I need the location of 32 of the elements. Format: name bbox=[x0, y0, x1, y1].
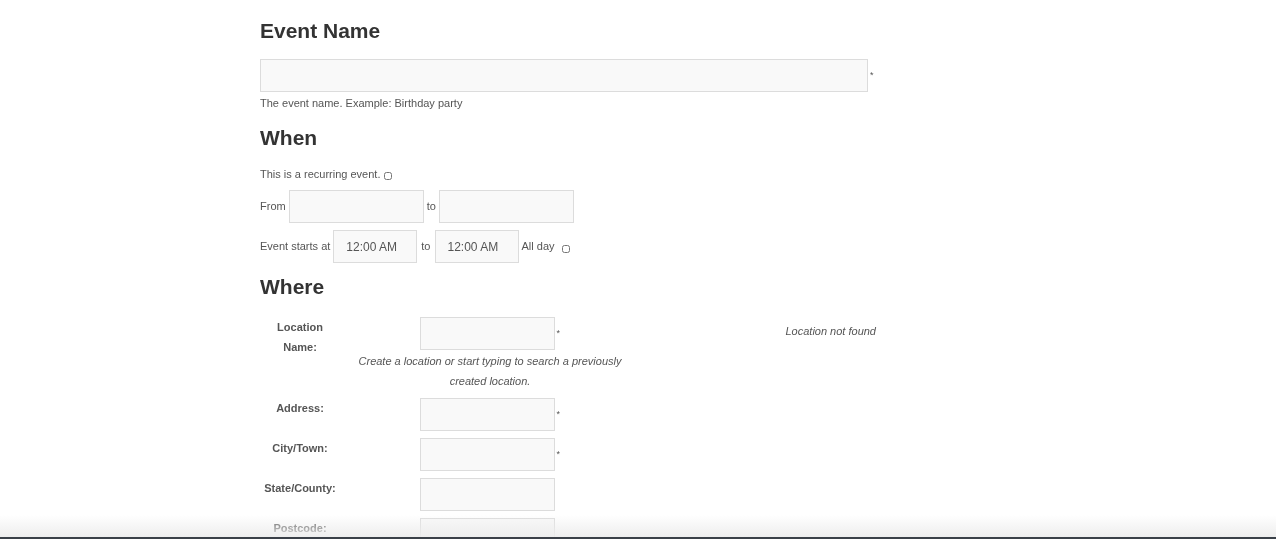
location-field[interactable] bbox=[419, 398, 555, 431]
required-mark: * bbox=[556, 326, 561, 340]
required-mark: * bbox=[556, 447, 561, 461]
checkbox[interactable] bbox=[384, 171, 393, 180]
time-label: Event starts at bbox=[260, 239, 331, 255]
field-label: Location Name: bbox=[277, 321, 323, 353]
location-field[interactable] bbox=[419, 478, 555, 511]
field-label: State/County: bbox=[264, 482, 336, 494]
required-mark: * bbox=[870, 68, 874, 82]
checkbox[interactable] bbox=[561, 244, 570, 253]
start-date-field[interactable] bbox=[288, 190, 424, 223]
section-heading: Where bbox=[260, 274, 326, 300]
recurring-label: This is a recurring event. bbox=[260, 166, 381, 182]
required-mark: * bbox=[556, 407, 561, 421]
field-hint: Create a location or start typing to search a previously created location. bbox=[357, 354, 623, 389]
field-label: City/Town: bbox=[272, 442, 328, 454]
end-date-field[interactable] bbox=[438, 190, 574, 223]
location-status: Location not found bbox=[785, 324, 876, 339]
all-day-label: All day bbox=[521, 239, 555, 255]
to-label: to bbox=[426, 199, 436, 215]
start-time-field[interactable]: 12:00 AM bbox=[333, 230, 418, 263]
field-label: Address: bbox=[276, 402, 324, 414]
section-heading: Event Name bbox=[260, 18, 382, 44]
field-hint: The event name. Example: Birthday party bbox=[260, 96, 464, 111]
location-field[interactable] bbox=[419, 438, 555, 471]
event-name-field[interactable] bbox=[260, 59, 868, 92]
section-heading: When bbox=[260, 124, 319, 151]
to-label: to bbox=[421, 239, 431, 255]
from-label: From bbox=[260, 199, 286, 215]
field-label: Postcode: bbox=[273, 522, 327, 534]
end-time-field[interactable]: 12:00 AM bbox=[434, 230, 519, 263]
location-field[interactable] bbox=[419, 317, 555, 350]
